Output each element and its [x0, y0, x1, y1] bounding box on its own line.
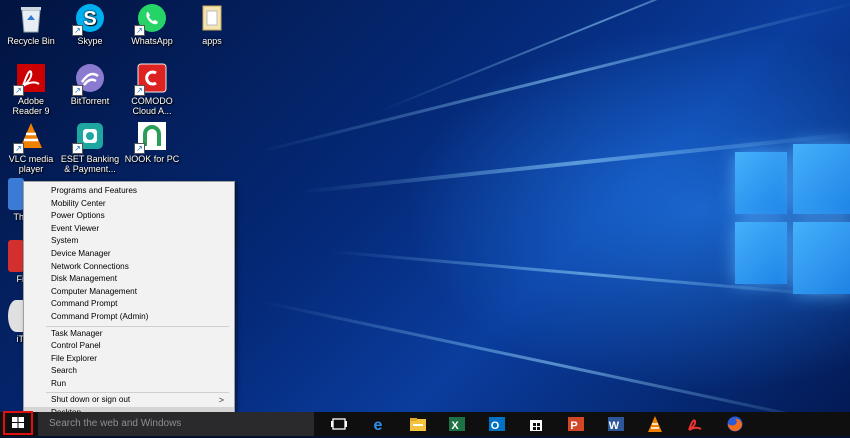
desktop-icon-label: NOOK for PC: [124, 154, 180, 164]
menu-item-network-connections[interactable]: Network Connections: [24, 261, 234, 274]
desktop-icon-comodo[interactable]: ↗ COMODO Cloud A...: [121, 62, 183, 116]
chevron-right-icon: >: [218, 395, 224, 405]
menu-item-disk-management[interactable]: Disk Management: [24, 273, 234, 286]
desktop-icon-label: VLC media player: [8, 154, 54, 174]
desktop-icon-label: WhatsApp: [131, 36, 173, 46]
skype-icon: S ↗: [72, 2, 106, 36]
menu-item-shut-down-or-sign-out[interactable]: Shut down or sign out >: [24, 394, 234, 407]
menu-item-command-prompt[interactable]: Command Prompt: [24, 298, 234, 311]
desktop-icon-whatsapp[interactable]: ↗ WhatsApp: [121, 2, 183, 46]
desktop-icon-apps[interactable]: apps: [181, 2, 243, 46]
light-beam: [259, 0, 850, 153]
desktop-icon-bittorrent[interactable]: ↗ BitTorrent: [59, 62, 121, 106]
logo-pane: [793, 222, 850, 294]
taskbar-search-box[interactable]: Search the web and Windows: [38, 412, 314, 436]
menu-item-power-options[interactable]: Power Options: [24, 210, 234, 223]
desktop-icon-nook[interactable]: ↗ NOOK for PC: [121, 120, 183, 164]
edge-icon[interactable]: e: [369, 415, 387, 434]
logo-pane: [735, 152, 787, 214]
vlc-icon[interactable]: [646, 415, 664, 433]
start-button[interactable]: [3, 411, 33, 435]
menu-item-run[interactable]: Run: [24, 378, 234, 391]
menu-item-control-panel[interactable]: Control Panel: [24, 340, 234, 353]
comodo-icon: ↗: [134, 62, 168, 96]
whatsapp-icon: ↗: [134, 2, 168, 36]
svg-text:e: e: [374, 417, 383, 433]
desktop-icon-label: BitTorrent: [70, 96, 110, 106]
desktop-icon-label: Fi: [16, 274, 25, 284]
file-explorer-icon[interactable]: [409, 415, 427, 433]
menu-item-search[interactable]: Search: [24, 365, 234, 378]
shortcut-arrow-icon: ↗: [13, 85, 24, 96]
desktop-icon-label: apps: [202, 36, 222, 46]
desktop-icon-vlc[interactable]: ↗ VLC media player: [0, 120, 62, 174]
svg-text:P: P: [570, 420, 577, 432]
adobe-reader-icon[interactable]: [686, 415, 704, 433]
menu-item-system[interactable]: System: [24, 235, 234, 248]
desktop-icon-partial[interactable]: Fi: [0, 240, 24, 284]
shortcut-arrow-icon: ↗: [72, 25, 83, 36]
shortcut-arrow-icon: ↗: [134, 143, 145, 154]
powerpoint-icon[interactable]: P: [567, 415, 585, 433]
light-beam: [259, 300, 848, 412]
menu-item-computer-management[interactable]: Computer Management: [24, 286, 234, 299]
menu-item-event-viewer[interactable]: Event Viewer: [24, 223, 234, 236]
menu-item-label: Shut down or sign out: [51, 395, 131, 404]
desktop-icon-label: ESET Banking & Payment...: [60, 154, 120, 174]
logo-pane: [735, 222, 787, 284]
desktop-icon-adobe-reader[interactable]: ↗ Adobe Reader 9: [0, 62, 62, 116]
menu-item-file-explorer[interactable]: File Explorer: [24, 353, 234, 366]
menu-item-task-manager[interactable]: Task Manager: [24, 328, 234, 341]
outlook-icon[interactable]: O: [488, 415, 506, 433]
excel-icon[interactable]: X: [448, 415, 466, 433]
desktop-icon-label: Adobe Reader 9: [12, 96, 50, 116]
desktop-icon-label: Th: [13, 212, 24, 222]
partial-icon: [8, 178, 24, 210]
desktop-icon-partial[interactable]: Th: [0, 178, 24, 222]
nook-icon: ↗: [134, 120, 168, 154]
logo-pane: [793, 144, 850, 214]
desktop-icon-partial[interactable]: iT: [0, 300, 24, 344]
shortcut-arrow-icon: ↗: [72, 85, 83, 96]
store-icon[interactable]: [527, 415, 545, 433]
vlc-icon: ↗: [13, 120, 47, 154]
svg-text:X: X: [451, 420, 459, 432]
shortcut-arrow-icon: ↗: [134, 25, 145, 36]
menu-separator: [46, 392, 229, 393]
eset-icon: ↗: [72, 120, 106, 154]
power-user-menu: Programs and Features Mobility Center Po…: [23, 181, 235, 423]
partial-icon: [8, 240, 24, 272]
folder-icon: [196, 2, 228, 34]
svg-text:S: S: [83, 8, 96, 30]
svg-text:O: O: [491, 420, 500, 432]
desktop-icon-skype[interactable]: S ↗ Skype: [59, 2, 121, 46]
menu-item-command-prompt-admin[interactable]: Command Prompt (Admin): [24, 311, 234, 324]
search-placeholder: Search the web and Windows: [49, 418, 182, 429]
windows-start-icon: [12, 417, 24, 428]
bittorrent-icon: ↗: [72, 62, 106, 96]
firefox-icon[interactable]: [726, 415, 744, 433]
shortcut-arrow-icon: ↗: [134, 85, 145, 96]
menu-item-programs-and-features[interactable]: Programs and Features: [24, 185, 234, 198]
shortcut-arrow-icon: ↗: [72, 143, 83, 154]
word-icon[interactable]: W: [607, 415, 625, 433]
light-beam: [379, 0, 826, 112]
svg-text:W: W: [609, 420, 620, 432]
recycle-bin-icon: [15, 2, 47, 34]
desktop-icon-label: Skype: [77, 36, 103, 46]
menu-item-mobility-center[interactable]: Mobility Center: [24, 198, 234, 211]
task-view-icon[interactable]: [330, 415, 348, 433]
desktop-icon-label: COMODO Cloud A...: [131, 96, 173, 116]
desktop-icon-eset[interactable]: ↗ ESET Banking & Payment...: [59, 120, 121, 174]
desktop-icon-label: Recycle Bin: [7, 36, 55, 46]
menu-item-device-manager[interactable]: Device Manager: [24, 248, 234, 261]
partial-icon: [8, 300, 24, 332]
desktop-icon-label: iT: [16, 334, 25, 344]
desktop-icon-recycle-bin[interactable]: Recycle Bin: [0, 2, 62, 46]
windows-logo-graphic: [735, 144, 850, 302]
adobe-reader-icon: ↗: [13, 62, 47, 96]
shortcut-arrow-icon: ↗: [13, 143, 24, 154]
